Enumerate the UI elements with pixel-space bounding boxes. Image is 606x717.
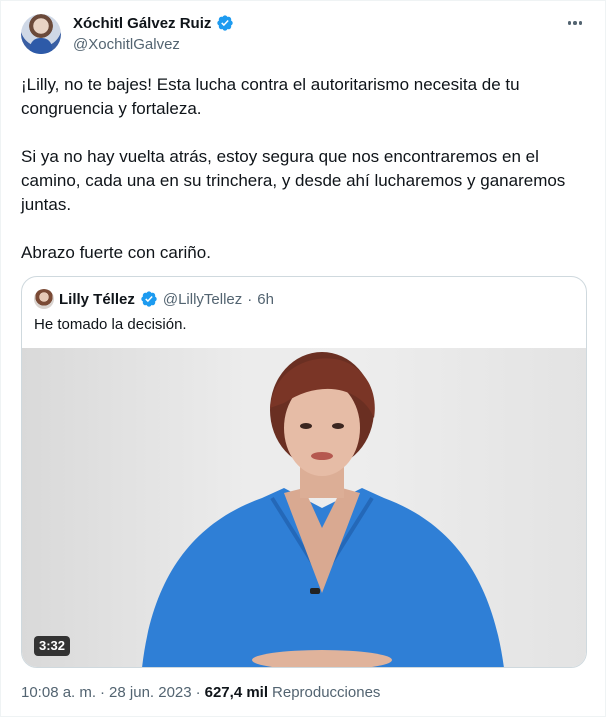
tweet-time[interactable]: 10:08 a. m.: [21, 684, 96, 701]
meta-separator: ·: [195, 683, 201, 701]
quoted-tweet-header: Lilly Téllez @LillyTellez · 6h: [34, 289, 274, 309]
author-handle[interactable]: @XochitlGalvez: [73, 36, 234, 53]
quoted-author-name[interactable]: Lilly Téllez: [59, 291, 135, 308]
quoted-tweet[interactable]: Lilly Téllez @LillyTellez · 6h He tomado…: [21, 276, 587, 668]
author-block: Xóchitl Gálvez Ruiz @XochitlGalvez: [73, 13, 234, 53]
video-player[interactable]: 3:32: [22, 348, 586, 667]
author-avatar[interactable]: [21, 14, 61, 54]
quoted-time[interactable]: 6h: [257, 291, 274, 308]
tweet-date[interactable]: 28 jun. 2023: [109, 684, 192, 701]
quoted-author-avatar[interactable]: [34, 289, 54, 309]
video-duration-badge: 3:32: [34, 636, 71, 656]
author-name[interactable]: Xóchitl Gálvez Ruiz: [73, 15, 211, 32]
tweet-paragraph: Si ya no hay vuelta atrás, estoy segura …: [21, 147, 566, 214]
video-thumbnail-image: [142, 352, 504, 667]
tweet-card: Xóchitl Gálvez Ruiz @XochitlGalvez ¡Lill…: [0, 0, 606, 717]
more-options-icon[interactable]: [563, 13, 587, 33]
views-label: Reproducciones: [272, 683, 381, 701]
quoted-tweet-text: He tomado la decisión.: [34, 316, 187, 333]
quoted-separator: ·: [247, 290, 253, 308]
quoted-author-handle[interactable]: @LillyTellez: [163, 291, 242, 308]
tweet-metadata: 10:08 a. m. · 28 jun. 2023 · 627,4 mil R…: [21, 682, 380, 702]
tweet-text: ¡Lilly, no te bajes! Esta lucha contra e…: [21, 73, 581, 265]
verified-badge-icon: [217, 15, 234, 31]
tweet-paragraph: ¡Lilly, no te bajes! Esta lucha contra e…: [21, 75, 520, 118]
verified-badge-icon: [141, 291, 157, 307]
views-count[interactable]: 627,4 mil: [205, 684, 268, 701]
tweet-paragraph: Abrazo fuerte con cariño.: [21, 243, 211, 262]
meta-separator: ·: [100, 683, 106, 701]
